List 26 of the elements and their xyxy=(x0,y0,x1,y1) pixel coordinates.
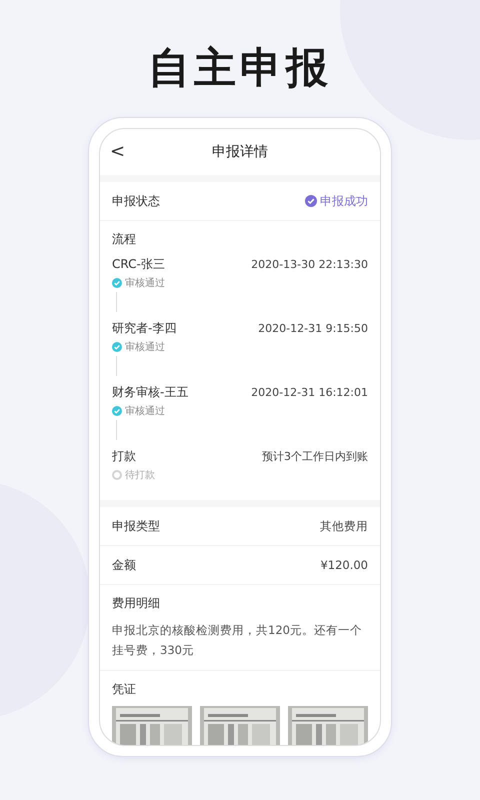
step-time: 2020-12-31 16:12:01 xyxy=(251,386,368,399)
page-title: 申报详情 xyxy=(212,143,268,161)
step-status: 审核通过 xyxy=(125,404,165,418)
step-time: 2020-13-30 22:13:30 xyxy=(251,258,368,271)
field-label: 费用明细 xyxy=(112,595,161,612)
check-circle-icon xyxy=(305,195,317,207)
headline: 自主申报 xyxy=(148,43,332,93)
back-button[interactable]: < xyxy=(110,141,126,162)
step-name: CRC-张三 xyxy=(112,256,165,273)
field-value: ¥120.00 xyxy=(320,558,368,572)
step-status: 待打款 xyxy=(125,468,155,482)
status-text: 申报成功 xyxy=(320,192,368,210)
step-time: 预计3个工作日内到账 xyxy=(262,449,368,464)
step-name: 财务审核-王五 xyxy=(112,384,188,401)
field-label: 申报状态 xyxy=(112,192,160,210)
field-value: 其他费用 xyxy=(320,518,368,534)
step-status: 审核通过 xyxy=(125,276,165,290)
step-time: 2020-12-31 9:15:50 xyxy=(258,322,368,335)
field-label: 凭证 xyxy=(112,681,137,698)
field-label: 金额 xyxy=(112,556,136,574)
step-status: 审核通过 xyxy=(125,340,165,354)
section-label: 流程 xyxy=(112,231,137,248)
field-label: 申报类型 xyxy=(112,518,160,534)
step-name: 打款 xyxy=(112,448,136,465)
description-text: 申报北京的核酸检测费用，共120元。还有一个挂号费，330元 xyxy=(112,622,363,659)
step-name: 研究者-李四 xyxy=(112,320,176,337)
